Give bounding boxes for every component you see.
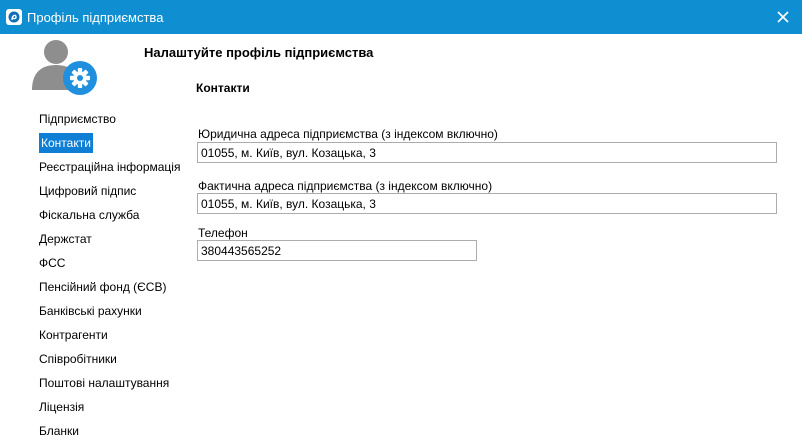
close-icon: [777, 11, 789, 23]
sidebar-item-registration[interactable]: Реєстраційна інформація: [37, 155, 187, 179]
actual-address-label: Фактична адреса підприємства (з індексом…: [198, 179, 493, 193]
sidebar-item-derzhstat[interactable]: Держстат: [37, 227, 187, 251]
sidebar-item-company[interactable]: Підприємство: [37, 107, 187, 131]
sidebar-item-counterparties[interactable]: Контрагенти: [37, 323, 187, 347]
sidebar-item-contacts[interactable]: Контакти: [37, 131, 187, 155]
section-title: Контакти: [196, 81, 250, 95]
sidebar-item-mail-settings[interactable]: Поштові налаштування: [37, 371, 187, 395]
close-button[interactable]: [770, 4, 796, 30]
sidebar-nav: Підприємство Контакти Реєстраційна інфор…: [37, 107, 187, 443]
sidebar-item-employees[interactable]: Співробітники: [37, 347, 187, 371]
sidebar-item-license[interactable]: Ліцензія: [37, 395, 187, 419]
sidebar-item-digital-signature[interactable]: Цифровий підпис: [37, 179, 187, 203]
phone-input[interactable]: [197, 240, 477, 261]
sidebar-item-bank-accounts[interactable]: Банківські рахунки: [37, 299, 187, 323]
actual-address-input[interactable]: [197, 193, 777, 214]
legal-address-input[interactable]: [197, 142, 777, 163]
title-bar: Профіль підприємства: [0, 0, 802, 34]
user-settings-icon: [32, 40, 97, 95]
window-title: Профіль підприємства: [27, 10, 164, 25]
sidebar-item-fss[interactable]: ФСС: [37, 251, 187, 275]
phone-label: Телефон: [198, 226, 248, 240]
legal-address-label: Юридична адреса підприємства (з індексом…: [198, 127, 498, 141]
app-logo-icon: [6, 9, 22, 25]
page-heading: Налаштуйте профіль підприємства: [144, 45, 374, 60]
sidebar-item-forms[interactable]: Бланки: [37, 419, 187, 443]
sidebar-item-pension-fund[interactable]: Пенсійний фонд (ЄСВ): [37, 275, 187, 299]
sidebar-item-fiscal-service[interactable]: Фіскальна служба: [37, 203, 187, 227]
